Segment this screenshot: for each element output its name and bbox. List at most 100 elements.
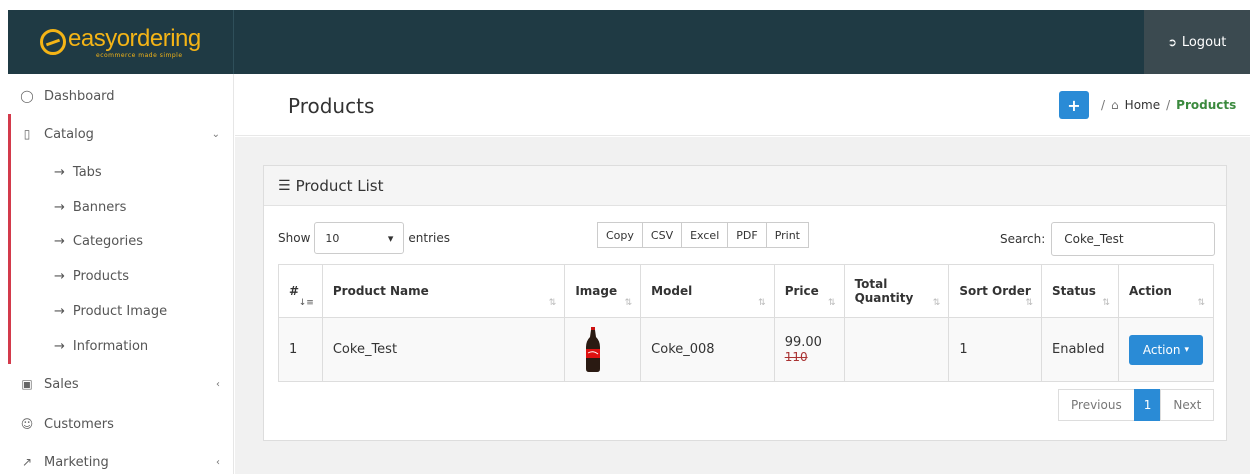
sort-icon: ⇅: [624, 298, 633, 308]
print-button[interactable]: Print: [765, 222, 809, 248]
sidebar-subitem-label: Tabs: [72, 164, 102, 180]
dashboard-icon: ◯: [20, 89, 34, 103]
sidebar-item-label: Catalog: [44, 126, 94, 142]
search-input[interactable]: [1051, 222, 1216, 256]
list-icon: ☰: [278, 177, 291, 194]
cell-action: Action ▾: [1117, 317, 1215, 382]
panel-title: Product List: [295, 176, 384, 195]
chevron-left-icon: ‹: [216, 456, 220, 468]
csv-button[interactable]: CSV: [641, 222, 683, 248]
cell-price: 99.00 110: [773, 317, 845, 382]
plus-icon: +: [1067, 95, 1081, 115]
logo-text: easyordering: [68, 25, 201, 52]
entries-select[interactable]: 10 ▾: [314, 222, 405, 254]
user-icon: ☺: [20, 417, 34, 431]
cell-product-name: Coke_Test: [321, 317, 566, 382]
sidebar-subitem-label: Banners: [72, 199, 127, 215]
chevron-down-icon: ⌄: [211, 128, 220, 140]
sidebar-item-sales[interactable]: ▣ Sales ‹: [8, 366, 234, 402]
sidebar-subitem-categories[interactable]: → Categories: [8, 224, 234, 258]
copy-button[interactable]: Copy: [597, 222, 643, 248]
column-header-image[interactable]: Image ⇅: [564, 264, 642, 318]
sidebar: ◯ Dashboard ▯ Catalog ⌄ → Tabs → Banners…: [8, 74, 234, 474]
sidebar-item-marketing[interactable]: ↗ Marketing ‹: [8, 444, 234, 474]
column-header-total-quantity[interactable]: Total Quantity ⇅: [843, 264, 950, 318]
arrow-right-icon: →: [54, 338, 65, 354]
logo-mark-icon: [40, 29, 66, 55]
sort-icon: ⇅: [828, 298, 836, 308]
column-header-product-name[interactable]: Product Name ⇅: [321, 264, 566, 318]
logout-button[interactable]: ➲ Logout: [1144, 10, 1250, 74]
column-header-action[interactable]: Action ⇅: [1117, 264, 1215, 318]
sort-icon: ⇅: [1197, 298, 1205, 308]
search-control: Search:: [994, 222, 1216, 256]
product-list-panel: ☰ Product List Show 10 ▾ entries Copy CS…: [263, 165, 1227, 441]
arrow-right-icon: →: [54, 164, 65, 180]
sort-icon: ⇅: [548, 298, 557, 308]
sidebar-subitem-product-image[interactable]: → Product Image: [8, 294, 234, 328]
sidebar-item-label: Dashboard: [44, 88, 115, 104]
column-header-model[interactable]: Model ⇅: [640, 264, 775, 318]
cell-image: [564, 317, 642, 382]
sort-icon: ⇅: [932, 298, 941, 308]
sidebar-subitem-products[interactable]: → Products: [8, 259, 234, 293]
sidebar-item-catalog[interactable]: ▯ Catalog ⌄: [8, 116, 234, 152]
sidebar-item-label: Marketing: [44, 454, 109, 470]
export-buttons: Copy CSV Excel PDF Print: [597, 222, 809, 248]
pagination-previous[interactable]: Previous: [1058, 389, 1135, 421]
sidebar-subitem-tabs[interactable]: → Tabs: [8, 155, 234, 189]
top-bar: easyordering ecommerce made simple ➲ Log…: [8, 10, 1250, 74]
breadcrumb: / ⌂ Home / Products: [1101, 98, 1236, 112]
products-table: # ↓≡ Product Name ⇅ Image ⇅ Model ⇅ Price ⇅ T…: [278, 264, 1215, 382]
sort-icon: ⇅: [1025, 298, 1033, 308]
caret-down-icon: ▾: [387, 231, 394, 245]
entries-value: 10: [325, 231, 340, 245]
product-thumbnail: [575, 326, 611, 374]
sign-out-icon: ➲: [1167, 35, 1177, 49]
caret-down-icon: ▾: [1184, 344, 1189, 355]
sidebar-subitem-label: Categories: [72, 233, 143, 249]
sort-icon: ⇅: [758, 298, 766, 308]
page-title: Products: [288, 94, 375, 118]
home-icon: ⌂: [1111, 98, 1119, 112]
column-header-status[interactable]: Status ⇅: [1040, 264, 1119, 318]
search-label: Search:: [1000, 232, 1046, 246]
sidebar-subitem-information[interactable]: → Information: [8, 329, 234, 363]
sidebar-item-customers[interactable]: ☺ Customers: [8, 406, 234, 442]
cell-status: Enabled: [1040, 317, 1119, 382]
pagination: Previous 1 Next: [1058, 389, 1215, 421]
column-header-price[interactable]: Price ⇅: [773, 264, 845, 318]
action-dropdown-button[interactable]: Action ▾: [1128, 334, 1203, 365]
entries-label: entries: [408, 231, 450, 245]
column-header-number[interactable]: # ↓≡: [278, 264, 323, 318]
pagination-page-1[interactable]: 1: [1133, 389, 1162, 421]
logo-tagline: ecommerce made simple: [96, 52, 183, 59]
sidebar-subitem-banners[interactable]: → Banners: [8, 190, 234, 224]
panel-header: ☰ Product List: [264, 166, 1226, 206]
cell-number: 1: [278, 317, 323, 382]
breadcrumb-current: Products: [1176, 98, 1237, 112]
breadcrumb-separator: /: [1101, 98, 1106, 112]
sidebar-subitem-label: Product Image: [72, 303, 168, 319]
price-original: 110: [784, 350, 808, 364]
logout-label: Logout: [1181, 34, 1227, 50]
breadcrumb-separator: /: [1166, 98, 1171, 112]
sidebar-subitem-label: Products: [72, 268, 130, 284]
table-header-row: # ↓≡ Product Name ⇅ Image ⇅ Model ⇅ Price ⇅ T…: [278, 264, 1215, 318]
breadcrumb-home-link[interactable]: Home: [1125, 98, 1160, 112]
excel-button[interactable]: Excel: [681, 222, 729, 248]
price-current: 99.00: [784, 335, 822, 350]
arrow-right-icon: →: [54, 303, 65, 319]
sort-asc-icon: ↓≡: [298, 298, 314, 308]
arrow-right-icon: →: [54, 268, 65, 284]
sidebar-item-dashboard[interactable]: ◯ Dashboard: [8, 78, 234, 114]
logo[interactable]: easyordering ecommerce made simple: [8, 10, 234, 74]
table-row: 1 Coke_Test Coke_008 99.00 110 1 Enabled…: [278, 317, 1215, 382]
add-product-button[interactable]: +: [1059, 91, 1089, 119]
sidebar-subitem-label: Information: [72, 338, 149, 354]
catalog-icon: ▯: [23, 127, 31, 141]
show-label: Show: [278, 231, 311, 245]
pagination-next[interactable]: Next: [1160, 389, 1215, 421]
pdf-button[interactable]: PDF: [727, 222, 767, 248]
column-header-sort-order[interactable]: Sort Order ⇅: [948, 264, 1042, 318]
